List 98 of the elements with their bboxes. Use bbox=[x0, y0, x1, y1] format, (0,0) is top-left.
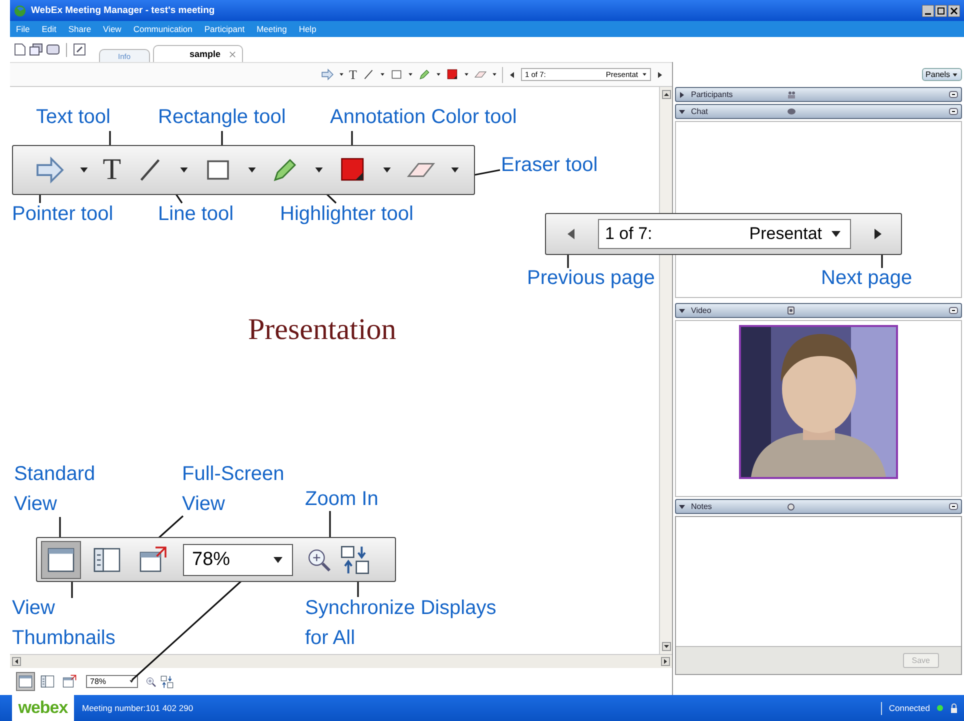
expand-arrow-icon[interactable] bbox=[679, 92, 685, 98]
caret-icon[interactable] bbox=[178, 165, 189, 175]
caret-icon[interactable] bbox=[246, 165, 257, 175]
menu-item[interactable]: Edit bbox=[42, 24, 56, 34]
webex-logo: webex bbox=[12, 695, 74, 721]
standard-view-button[interactable] bbox=[41, 540, 81, 578]
text-tool-icon[interactable]: T bbox=[102, 155, 122, 185]
callout-label: Line tool bbox=[158, 202, 234, 227]
scroll-down-button[interactable] bbox=[662, 642, 670, 651]
caret-icon[interactable] bbox=[78, 165, 89, 175]
panel-header[interactable]: Video bbox=[675, 303, 962, 318]
sync-icon[interactable] bbox=[160, 674, 174, 688]
leader-line bbox=[881, 255, 883, 268]
minimize-button[interactable] bbox=[949, 91, 958, 98]
panel-header[interactable]: Chat bbox=[675, 104, 962, 119]
panels-button[interactable]: Panels bbox=[922, 68, 962, 81]
arrow-icon[interactable] bbox=[321, 68, 334, 81]
leader-line bbox=[71, 580, 73, 598]
notes-icon bbox=[787, 502, 795, 510]
scroll-right-button[interactable] bbox=[661, 657, 670, 666]
people-icon bbox=[787, 90, 796, 98]
speech-bubble-icon bbox=[787, 108, 796, 116]
callout-label: Zoom In bbox=[305, 487, 378, 512]
caret-icon[interactable] bbox=[339, 72, 344, 77]
document-icon[interactable] bbox=[14, 42, 26, 56]
window-title: WebEx Meeting Manager - test's meeting bbox=[31, 5, 215, 16]
collapse-arrow-icon[interactable] bbox=[679, 108, 685, 114]
windows-icon[interactable] bbox=[29, 42, 43, 56]
scroll-left-button[interactable] bbox=[12, 657, 21, 666]
caret-icon[interactable] bbox=[464, 72, 469, 77]
zoom-dropdown[interactable]: 78% bbox=[86, 675, 138, 688]
meeting-number: Meeting number:101 402 290 bbox=[82, 703, 194, 713]
collapse-arrow-icon[interactable] bbox=[679, 504, 685, 510]
callout-label: View Thumbnails bbox=[12, 596, 116, 651]
callout-label: Previous page bbox=[527, 266, 655, 291]
minimize-button[interactable] bbox=[949, 108, 958, 115]
panel-header[interactable]: Participants bbox=[675, 87, 962, 102]
leader-line bbox=[329, 511, 331, 538]
callout-label: Text tool bbox=[36, 105, 110, 130]
menu-item[interactable]: Meeting bbox=[256, 24, 287, 34]
caret-icon[interactable] bbox=[408, 72, 413, 77]
caret-icon[interactable] bbox=[382, 165, 392, 175]
callout-label: Annotation Color tool bbox=[330, 105, 517, 130]
connection-status: Connected bbox=[888, 703, 930, 713]
maximize-button[interactable] bbox=[935, 4, 947, 16]
scroll-up-button[interactable] bbox=[662, 90, 670, 99]
caret-icon[interactable] bbox=[642, 72, 647, 77]
callout-label: Eraser tool bbox=[501, 153, 598, 178]
caret-icon[interactable] bbox=[952, 72, 958, 78]
slide-title: Presentation bbox=[248, 313, 396, 347]
close-button[interactable] bbox=[948, 4, 960, 16]
menu-item[interactable]: View bbox=[103, 24, 122, 34]
leader-line bbox=[357, 579, 359, 597]
callout-label: Next page bbox=[821, 266, 912, 291]
caret-icon[interactable] bbox=[436, 72, 441, 77]
rectangle-icon[interactable] bbox=[390, 68, 403, 81]
zoom-in-icon[interactable] bbox=[145, 676, 157, 688]
minimize-button[interactable] bbox=[922, 4, 934, 16]
sync-icon[interactable] bbox=[339, 544, 371, 576]
zoom-dropdown[interactable]: 78% bbox=[183, 544, 293, 576]
menu-item[interactable]: Participant bbox=[204, 24, 245, 34]
callout-label: Highlighter tool bbox=[280, 202, 414, 227]
screen-icon[interactable] bbox=[46, 42, 60, 56]
callout-label: Pointer tool bbox=[12, 202, 114, 227]
standard-view-button[interactable] bbox=[16, 672, 35, 691]
close-icon[interactable] bbox=[228, 50, 236, 58]
menu-item[interactable]: Communication bbox=[133, 24, 192, 34]
minimize-button[interactable] bbox=[949, 503, 958, 510]
arrow-icon[interactable] bbox=[35, 155, 65, 185]
edit-icon[interactable] bbox=[73, 42, 86, 56]
line-icon[interactable] bbox=[362, 68, 375, 81]
leader-line bbox=[567, 255, 569, 268]
next-page-icon[interactable] bbox=[656, 70, 664, 78]
lock-icon bbox=[950, 703, 958, 713]
pencil-icon[interactable] bbox=[418, 68, 431, 81]
caret-icon[interactable] bbox=[314, 165, 324, 175]
panel-header[interactable]: Notes bbox=[675, 499, 962, 514]
collapse-arrow-icon[interactable] bbox=[679, 308, 685, 314]
menu-item[interactable]: Help bbox=[298, 24, 316, 34]
app-icon bbox=[14, 4, 26, 16]
page-selector[interactable]: 1 of 7: Presentat bbox=[598, 219, 851, 249]
caret-icon[interactable] bbox=[129, 679, 134, 684]
caret-icon[interactable] bbox=[450, 165, 460, 175]
callout-label: Synchronize Displays for All bbox=[305, 596, 498, 651]
camera-icon bbox=[787, 306, 795, 315]
status-dot-icon bbox=[937, 705, 943, 711]
callout-label: Full-Screen View bbox=[182, 462, 286, 517]
menu-item[interactable]: Share bbox=[68, 24, 92, 34]
text-tool-icon[interactable]: T bbox=[349, 68, 357, 81]
previous-page-icon[interactable] bbox=[508, 70, 516, 78]
callout-label: Standard View bbox=[14, 462, 96, 517]
menu-item[interactable]: File bbox=[16, 24, 30, 34]
callout-label: Rectangle tool bbox=[158, 105, 286, 130]
caret-icon[interactable] bbox=[492, 72, 497, 77]
minimize-button[interactable] bbox=[949, 307, 958, 314]
caret-icon[interactable] bbox=[380, 72, 385, 77]
tab[interactable]: sample bbox=[152, 45, 243, 62]
color-swatch-icon[interactable] bbox=[446, 68, 459, 81]
